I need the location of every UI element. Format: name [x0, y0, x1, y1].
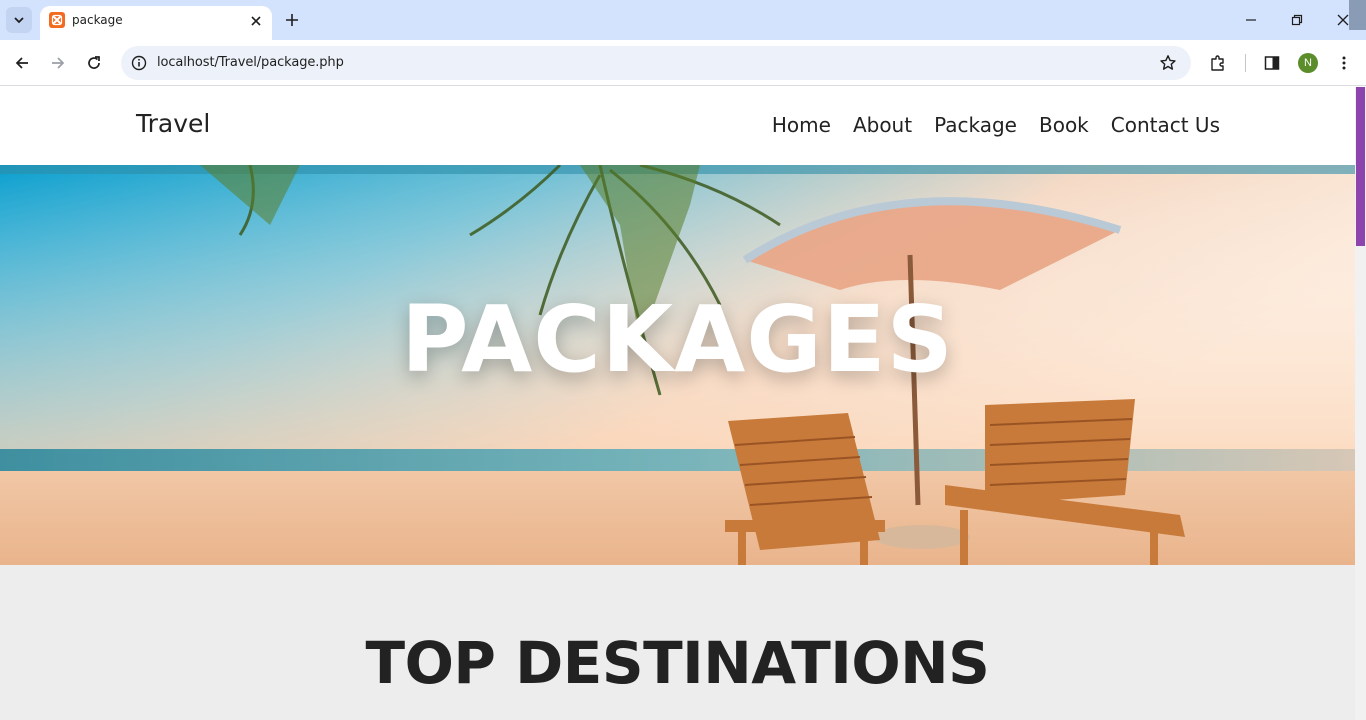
main-nav: Home About Package Book Contact Us: [772, 113, 1220, 137]
extensions-icon: [1211, 55, 1224, 71]
nav-link-package[interactable]: Package: [934, 113, 1017, 137]
close-icon: [1337, 14, 1349, 26]
minimize-button[interactable]: [1239, 8, 1263, 32]
minimize-icon: [1246, 19, 1256, 21]
restore-button[interactable]: [1285, 8, 1309, 32]
browser-toolbar: localhost/Travel/package.php N: [0, 40, 1366, 86]
kebab-menu-icon: [1342, 56, 1346, 70]
nav-link-contact[interactable]: Contact Us: [1111, 113, 1220, 137]
new-tab-button[interactable]: [282, 10, 302, 30]
window-corner-badge: [1349, 0, 1366, 30]
page-viewport: Travel Home About Package Book Contact U…: [0, 87, 1366, 720]
hero-title: PACKAGES: [401, 286, 954, 393]
address-bar[interactable]: localhost/Travel/package.php: [121, 46, 1191, 80]
nav-link-home[interactable]: Home: [772, 113, 831, 137]
tab-title: package: [72, 13, 123, 27]
star-icon: [1160, 55, 1176, 70]
url-text: localhost/Travel/package.php: [157, 55, 344, 70]
hero-banner: PACKAGES: [0, 165, 1355, 565]
back-icon: [15, 57, 28, 69]
profile-avatar[interactable]: N: [1298, 53, 1318, 73]
close-icon: [251, 16, 261, 26]
back-button[interactable]: [10, 51, 34, 75]
tab-strip: package: [0, 0, 1366, 40]
info-icon: [131, 55, 147, 71]
restore-icon: [1291, 14, 1303, 26]
xampp-favicon: [49, 12, 65, 28]
extensions-button[interactable]: [1206, 51, 1230, 75]
plus-icon: [286, 14, 298, 26]
forward-icon: [52, 57, 65, 69]
site-logo[interactable]: Travel: [136, 109, 210, 138]
browser-tab[interactable]: package: [40, 6, 272, 40]
sidepanel-icon: [1264, 56, 1280, 70]
site-info-button[interactable]: [127, 51, 151, 75]
chevron-down-icon: [14, 17, 24, 24]
reload-button[interactable]: [82, 51, 106, 75]
nav-link-about[interactable]: About: [853, 113, 912, 137]
toolbar-divider: [1245, 54, 1246, 72]
section-title: TOP DESTINATIONS: [365, 629, 990, 697]
page-scrollbar[interactable]: [1355, 87, 1366, 720]
top-destinations-section: TOP DESTINATIONS: [0, 565, 1355, 720]
tab-search-button[interactable]: [6, 7, 32, 33]
reload-icon: [88, 56, 100, 69]
forward-button[interactable]: [46, 51, 70, 75]
tab-close-button[interactable]: [247, 12, 265, 30]
browser-menu-button[interactable]: [1332, 51, 1356, 75]
nav-link-book[interactable]: Book: [1039, 113, 1089, 137]
scrollbar-thumb[interactable]: [1356, 87, 1365, 246]
bookmark-button[interactable]: [1156, 51, 1180, 75]
side-panel-button[interactable]: [1260, 51, 1284, 75]
site-header: Travel Home About Package Book Contact U…: [0, 87, 1355, 165]
